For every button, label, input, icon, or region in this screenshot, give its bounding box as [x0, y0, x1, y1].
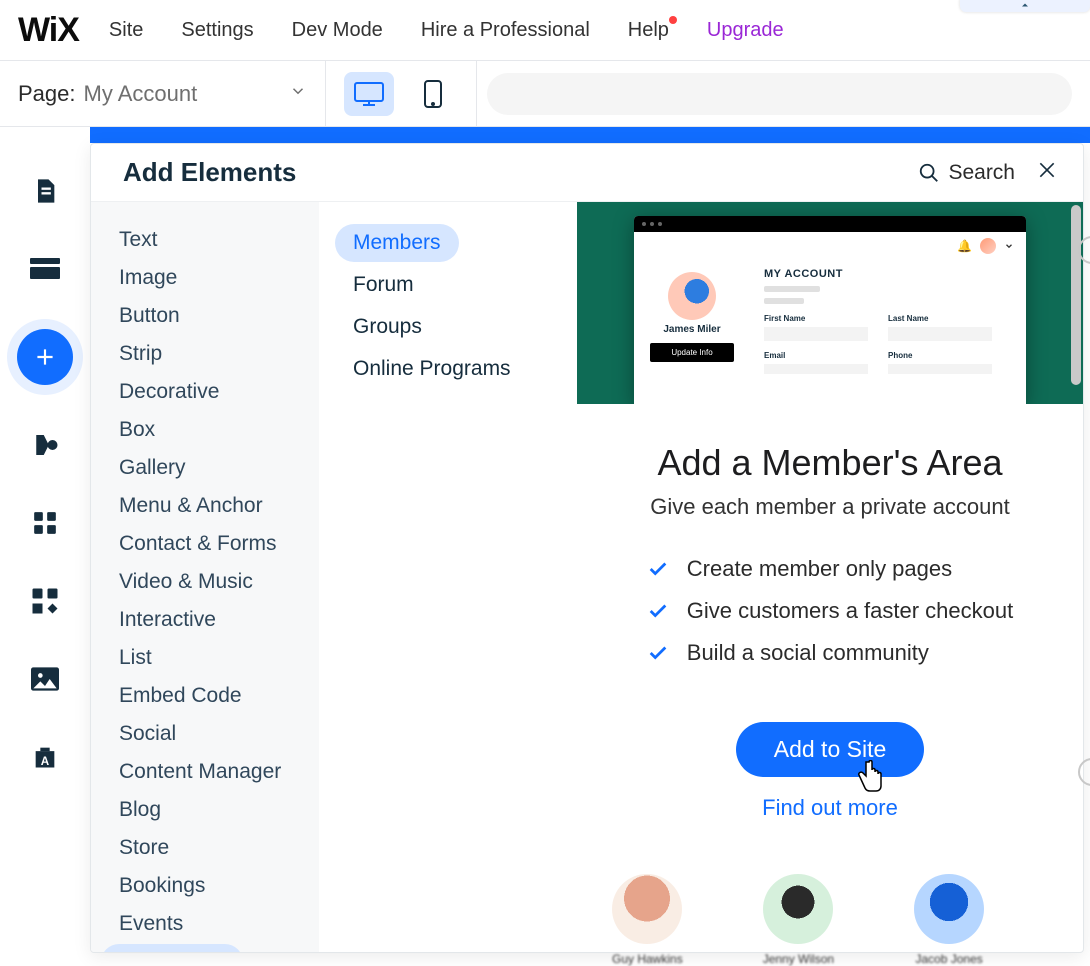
cat-image[interactable]: Image [101, 260, 195, 296]
cat-content[interactable]: Content Manager [101, 754, 299, 790]
check-item: Build a social community [647, 640, 929, 666]
close-icon[interactable] [1037, 160, 1057, 186]
panel-title: Add Elements [123, 157, 918, 188]
pages-icon[interactable] [27, 173, 63, 209]
avatar-icon [980, 238, 996, 254]
check-item: Give customers a faster checkout [647, 598, 1013, 624]
member-avatar [612, 874, 682, 944]
cat-events[interactable]: Events [101, 906, 201, 942]
cursor-pointer-icon [855, 760, 887, 803]
cat-embed[interactable]: Embed Code [101, 678, 260, 714]
menubar: WiX Site Settings Dev Mode Hire a Profes… [0, 0, 1090, 61]
sub-members[interactable]: Members [335, 224, 459, 262]
add-to-site-button[interactable]: Add to Site [736, 722, 925, 777]
preview-account-title: MY ACCOUNT [764, 268, 1012, 280]
cat-decorative[interactable]: Decorative [101, 374, 237, 410]
menu-upgrade[interactable]: Upgrade [707, 19, 784, 42]
sub-online-programs[interactable]: Online Programs [335, 350, 529, 388]
cat-bookings[interactable]: Bookings [101, 868, 223, 904]
member-card: Jacob Jones [914, 874, 984, 966]
page-name: My Account [84, 81, 286, 107]
panel-search-button[interactable]: Search [918, 161, 1015, 185]
search-label: Search [948, 161, 1015, 185]
cat-menu[interactable]: Menu & Anchor [101, 488, 281, 524]
preview-field-phone: Phone [888, 351, 992, 360]
chevron-down-icon [289, 82, 307, 105]
cat-box[interactable]: Box [101, 412, 173, 448]
menu-site[interactable]: Site [109, 19, 143, 42]
cat-strip[interactable]: Strip [101, 336, 180, 372]
chevron-down-icon [1004, 241, 1014, 251]
member-card: Guy Hawkins [612, 874, 683, 966]
cat-list[interactable]: List [101, 640, 170, 676]
wix-logo: WiX [18, 11, 79, 50]
media-icon[interactable] [27, 661, 63, 697]
page-label: Page: [18, 81, 76, 107]
cat-contact[interactable]: Contact & Forms [101, 526, 295, 562]
business-icon[interactable] [27, 583, 63, 619]
add-elements-button[interactable] [17, 329, 73, 385]
svg-text:A: A [41, 755, 50, 768]
page-selector[interactable]: Page: My Account [0, 61, 326, 126]
add-elements-panel: Add Elements Search Text Image Button St… [90, 143, 1084, 953]
preview-illustration: 🔔 James Miler Update Info MY ACCOUNT [577, 202, 1083, 404]
cat-social[interactable]: Social [101, 716, 194, 752]
sections-icon[interactable] [27, 251, 63, 287]
subcategory-column: Members Forum Groups Online Programs [319, 202, 577, 952]
member-card: Jenny Wilson [763, 874, 834, 966]
top-collapse-handle[interactable] [960, 0, 1090, 12]
device-toggle-group [326, 61, 477, 126]
preview-field-firstname: First Name [764, 314, 868, 323]
top-search-input[interactable] [487, 73, 1072, 115]
preview-avatar [668, 272, 716, 320]
category-column: Text Image Button Strip Decorative Box G… [91, 202, 319, 952]
menu-hire[interactable]: Hire a Professional [421, 19, 590, 42]
member-avatar [763, 874, 833, 944]
check-item: Create member only pages [647, 556, 952, 582]
secondbar: Page: My Account [0, 61, 1090, 127]
menu-help[interactable]: Help [628, 19, 669, 42]
cat-gallery[interactable]: Gallery [101, 450, 204, 486]
sub-forum[interactable]: Forum [335, 266, 432, 304]
members-strip: Guy Hawkins Jenny Wilson Jacob Jones [612, 874, 1090, 966]
desktop-view-button[interactable] [344, 72, 394, 116]
preview-update-button: Update Info [650, 343, 734, 362]
cat-community[interactable]: Community [101, 944, 243, 952]
member-avatar [914, 874, 984, 944]
preview-field-lastname: Last Name [888, 314, 992, 323]
preview-user-name: James Miler [642, 324, 742, 335]
detail-title: Add a Member's Area [617, 442, 1043, 484]
cat-text[interactable]: Text [101, 222, 176, 258]
preview-field-email: Email [764, 351, 868, 360]
cat-interactive[interactable]: Interactive [101, 602, 234, 638]
mobile-view-button[interactable] [408, 72, 458, 116]
sub-groups[interactable]: Groups [335, 308, 440, 346]
bell-icon: 🔔 [957, 239, 972, 253]
menu-devmode[interactable]: Dev Mode [292, 19, 383, 42]
cat-store[interactable]: Store [101, 830, 187, 866]
detail-subtitle: Give each member a private account [617, 494, 1043, 520]
cat-blog[interactable]: Blog [101, 792, 179, 828]
content-icon[interactable]: A [27, 739, 63, 775]
scrollbar[interactable] [1071, 205, 1081, 385]
cat-video[interactable]: Video & Music [101, 564, 271, 600]
menu-settings[interactable]: Settings [181, 19, 253, 42]
left-rail: A [0, 127, 90, 960]
editor-stage-top-bar [90, 127, 1090, 143]
apps-icon[interactable] [27, 505, 63, 541]
theme-icon[interactable] [27, 427, 63, 463]
cat-button[interactable]: Button [101, 298, 198, 334]
detail-column: 🔔 James Miler Update Info MY ACCOUNT [577, 202, 1083, 952]
